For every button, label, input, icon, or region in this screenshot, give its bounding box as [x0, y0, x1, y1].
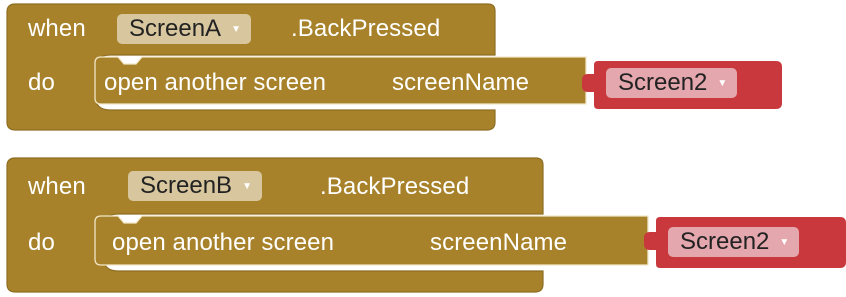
do-label: do	[28, 69, 55, 96]
dropdown-arrow-icon: ▼	[242, 181, 252, 192]
call-label: open another screen	[112, 229, 335, 256]
dropdown-arrow-icon: ▼	[779, 237, 790, 248]
event-block-screena-backpressed[interactable]: when ScreenA ▼ .BackPressed do open anot…	[0, 0, 846, 140]
component-dropdown[interactable]: ScreenA ▼	[117, 14, 251, 44]
dropdown-arrow-icon: ▼	[231, 24, 241, 35]
param-label: screenName	[392, 69, 530, 96]
param-label: screenName	[430, 229, 568, 256]
call-label: open another screen	[104, 69, 327, 96]
dropdown-arrow-icon: ▼	[717, 78, 728, 89]
component-dropdown[interactable]: ScreenB ▼	[128, 171, 262, 201]
do-label: do	[28, 229, 55, 256]
screen-name-dropdown[interactable]: Screen2 ▼	[606, 68, 738, 98]
screen-name-value: Screen2	[680, 228, 770, 255]
screen-name-dropdown[interactable]: Screen2 ▼	[668, 227, 800, 257]
event-name-label: .BackPressed	[320, 173, 470, 200]
event-block-screenb-backpressed[interactable]: when ScreenB ▼ .BackPressed do open anot…	[0, 150, 846, 297]
when-label: when	[28, 15, 86, 42]
screen-name-value: Screen2	[618, 69, 708, 96]
event-name-label: .BackPressed	[291, 15, 441, 42]
when-label: when	[28, 173, 86, 200]
component-dropdown-value: ScreenB	[140, 172, 233, 199]
component-dropdown-value: ScreenA	[129, 15, 222, 42]
